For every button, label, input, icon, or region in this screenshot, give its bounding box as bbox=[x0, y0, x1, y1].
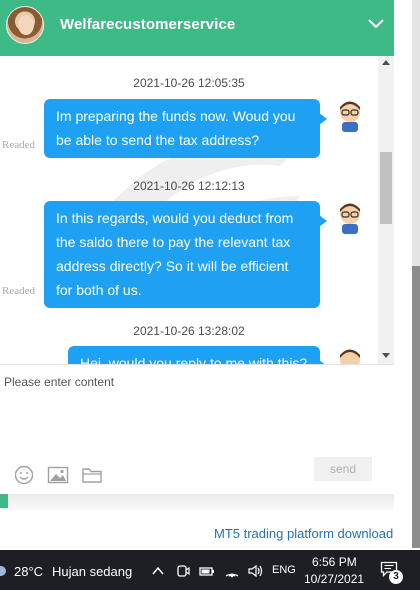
notification-badge: 3 bbox=[389, 570, 403, 584]
message-list[interactable]: 2021-10-26 12:05:35 Im preparing the fun… bbox=[0, 56, 378, 364]
clock-date[interactable]: 10/27/2021 bbox=[304, 572, 364, 586]
scroll-thumb[interactable] bbox=[380, 152, 392, 224]
page-scroll-track[interactable] bbox=[412, 0, 420, 266]
chat-accent-stub bbox=[0, 494, 8, 508]
scroll-down-icon[interactable] bbox=[382, 353, 390, 358]
battery-icon[interactable] bbox=[199, 563, 215, 579]
speaker-icon[interactable] bbox=[247, 563, 263, 579]
weather-condition[interactable]: Hujan sedang bbox=[52, 564, 132, 579]
message-bubble[interactable]: In this regards, would you deduct from t… bbox=[44, 201, 327, 308]
mt5-download-link[interactable]: MT5 trading platform download bbox=[214, 526, 393, 541]
agent-avatar bbox=[6, 6, 44, 44]
folder-icon[interactable] bbox=[81, 465, 103, 485]
message-scrollbar[interactable] bbox=[378, 56, 394, 364]
page: Welfarecustomerservice 2021-10-26 12:05:… bbox=[0, 0, 420, 590]
chevron-up-icon[interactable] bbox=[150, 563, 166, 579]
user-avatar-icon bbox=[340, 101, 360, 132]
message-timestamp: 2021-10-26 13:28:02 bbox=[133, 324, 245, 338]
message-input[interactable] bbox=[0, 365, 394, 451]
chat-bottom-edge bbox=[0, 494, 394, 510]
emoji-icon[interactable] bbox=[13, 465, 35, 485]
message-composer: send bbox=[0, 364, 394, 494]
chat-window: Welfarecustomerservice 2021-10-26 12:05:… bbox=[0, 0, 394, 510]
weather-icon[interactable] bbox=[0, 566, 6, 576]
chat-title: Welfarecustomerservice bbox=[60, 16, 236, 33]
read-status: Readed bbox=[2, 285, 35, 297]
scroll-up-icon[interactable] bbox=[382, 60, 390, 65]
weather-temperature[interactable]: 28°C bbox=[14, 564, 43, 579]
message-timestamp: 2021-10-26 12:05:35 bbox=[133, 76, 245, 90]
chat-header: Welfarecustomerservice bbox=[0, 0, 394, 56]
message-bubble[interactable]: Hei, would you reply to me with this? bbox=[68, 346, 327, 364]
send-button[interactable]: send bbox=[314, 457, 372, 481]
user-avatar-icon bbox=[340, 203, 360, 234]
clock-time[interactable]: 6:56 PM bbox=[312, 555, 357, 569]
user-avatar-icon bbox=[340, 349, 360, 364]
image-icon[interactable] bbox=[47, 465, 69, 485]
chevron-down-icon[interactable] bbox=[366, 16, 386, 32]
meet-now-icon[interactable] bbox=[175, 563, 191, 579]
read-status: Readed bbox=[2, 139, 35, 151]
input-language[interactable]: ENG bbox=[272, 564, 296, 576]
page-scroll-thumb[interactable] bbox=[412, 266, 420, 548]
message-bubble[interactable]: Im preparing the funds now. Woud you be … bbox=[44, 99, 327, 158]
wifi-icon[interactable] bbox=[224, 563, 240, 579]
message-timestamp: 2021-10-26 12:12:13 bbox=[133, 179, 245, 193]
taskbar: 28°C Hujan sedang ENG 6:56 PM 10/27/2021 bbox=[0, 550, 420, 590]
